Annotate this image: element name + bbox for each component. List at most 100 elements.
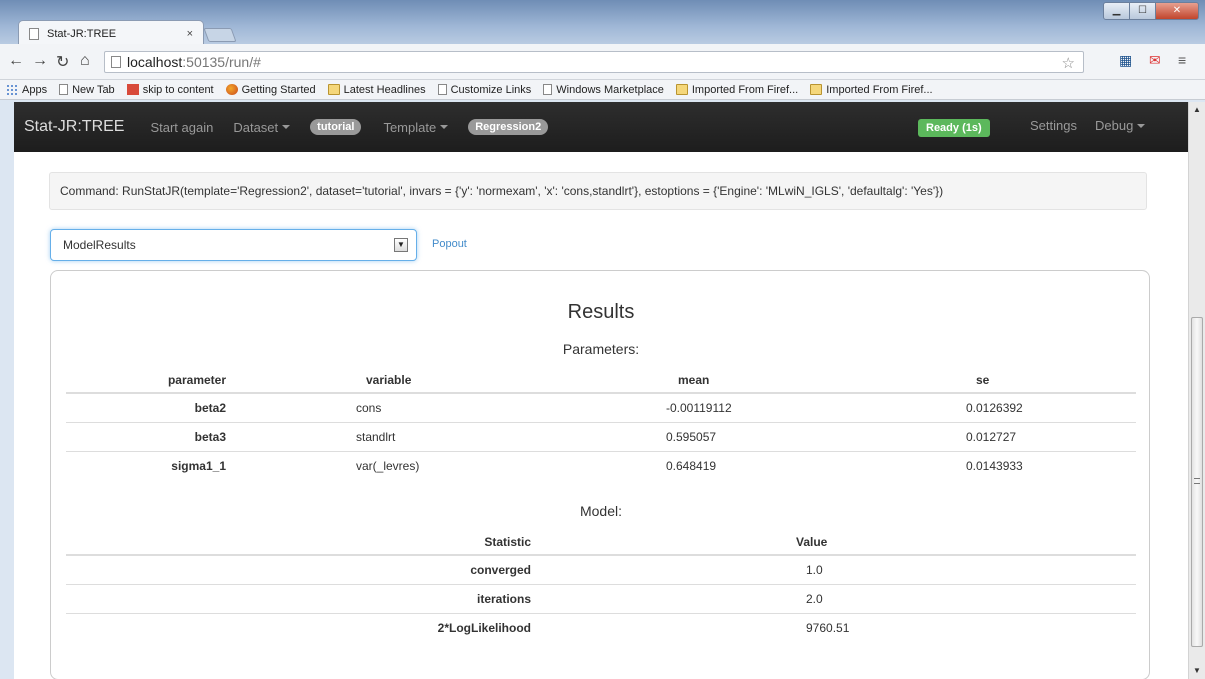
page-icon <box>111 56 121 68</box>
caret-down-icon <box>282 125 291 129</box>
dataset-badge: tutorial <box>310 119 362 135</box>
bookmark-latest-headlines[interactable]: Latest Headlines <box>327 84 426 96</box>
page-icon <box>59 84 69 95</box>
bookmark-customize-links[interactable]: Customize Links <box>437 84 531 96</box>
table-cell: 1.0 <box>531 555 1136 585</box>
scrollbar-thumb[interactable] <box>1191 317 1203 647</box>
firefox-icon <box>225 84 238 95</box>
table-cell: iterations <box>66 584 531 614</box>
column-header: Value <box>531 529 1136 556</box>
table-row: sigma1_1 var(_levres) 0.648419 0.0143933 <box>66 451 1136 480</box>
page-icon <box>543 84 553 95</box>
app-navbar: Stat-JR:TREE Start again Dataset tutoria… <box>14 102 1188 152</box>
table-cell: 0.0126392 <box>846 393 1136 423</box>
model-table: Statistic Value converged 1.0 iterations… <box>66 529 1136 642</box>
caret-down-icon <box>1137 123 1146 128</box>
dataset-dropdown[interactable]: Dataset <box>233 119 291 135</box>
table-row: 2*LogLikelihood 9760.51 <box>66 613 1136 642</box>
table-cell: 0.648419 <box>666 458 717 473</box>
command-well: Command: RunStatJR(template='Regression2… <box>49 172 1147 210</box>
bookmark-star-icon[interactable]: ☆ <box>1062 54 1075 72</box>
status-badge: Ready (1s) <box>918 119 990 137</box>
output-select[interactable]: ModelResults ▼ <box>50 229 417 261</box>
table-cell: 9760.51 <box>806 620 850 635</box>
table-cell: 0.012727 <box>846 422 1136 452</box>
page-scrollbar[interactable]: ▲ ▼ <box>1188 102 1205 679</box>
column-header: mean <box>486 367 846 394</box>
results-title: Results <box>567 301 635 323</box>
red-icon <box>126 84 139 95</box>
table-cell: beta2 <box>66 393 226 423</box>
bookmark-skip-to-content[interactable]: skip to content <box>126 84 214 96</box>
bookmark-imported-2[interactable]: Imported From Firef... <box>810 84 933 96</box>
popout-link[interactable]: Popout <box>432 238 467 250</box>
table-row: iterations 2.0 <box>66 584 1136 614</box>
table-row: beta3 standlrt 0.595057 0.012727 <box>66 422 1136 452</box>
column-header: parameter <box>66 367 226 394</box>
parameters-table: parameter variable mean se beta2 cons -0… <box>66 367 1136 480</box>
gmail-icon[interactable]: ✉ <box>1149 52 1161 69</box>
table-cell: -0.00119112 <box>486 393 846 423</box>
home-icon[interactable]: ⌂ <box>80 52 90 70</box>
table-cell: 0.0143933 <box>966 458 1023 473</box>
table-cell: standlrt <box>226 422 486 452</box>
table-row: beta2 cons -0.00119112 0.0126392 <box>66 393 1136 423</box>
url-host: localhost <box>127 54 183 70</box>
maximize-button[interactable]: ☐ <box>1129 2 1156 20</box>
table-cell: 0.595057 <box>486 422 846 452</box>
forward-icon[interactable]: → <box>32 52 48 70</box>
address-bar[interactable]: localhost:50135/run/# ☆ <box>104 51 1084 73</box>
bookmark-imported-1[interactable]: Imported From Firef... <box>675 84 798 96</box>
new-tab-button[interactable] <box>203 28 237 42</box>
table-cell: converged <box>66 555 531 585</box>
reload-icon[interactable]: ↻ <box>56 52 69 72</box>
menu-icon[interactable]: ≡ <box>1178 52 1186 68</box>
page-icon <box>29 27 39 40</box>
apps-icon <box>6 84 18 95</box>
table-cell: beta3 <box>66 422 226 452</box>
close-window-button[interactable]: ✕ <box>1155 2 1199 20</box>
page-icon <box>437 84 447 95</box>
folder-icon <box>810 84 823 95</box>
scroll-up-icon[interactable]: ▲ <box>1189 102 1205 118</box>
scroll-down-icon[interactable]: ▼ <box>1189 663 1205 679</box>
table-header-row: Statistic Value <box>66 529 1136 556</box>
url-path: :50135/run/# <box>182 54 261 70</box>
bookmark-getting-started[interactable]: Getting Started <box>225 84 316 96</box>
template-dropdown[interactable]: Template <box>383 119 449 135</box>
debug-dropdown[interactable]: Debug <box>1095 118 1146 133</box>
chevron-down-icon[interactable]: ▼ <box>394 238 408 252</box>
table-cell: 2*LogLikelihood <box>437 620 531 635</box>
start-again-link[interactable]: Start again <box>150 120 213 135</box>
tab-close-icon[interactable]: × <box>187 28 193 40</box>
browser-tab[interactable]: Stat-JR:TREE × <box>18 20 204 46</box>
caret-down-icon <box>440 125 449 129</box>
template-badge: Regression2 <box>468 119 549 135</box>
table-header-row: parameter variable mean se <box>66 367 1136 394</box>
results-panel: Results Parameters: parameter variable m… <box>50 270 1150 679</box>
column-header: se <box>846 367 1136 394</box>
extension-icon[interactable]: ▦ <box>1119 52 1132 69</box>
page-content: Stat-JR:TREE Start again Dataset tutoria… <box>14 102 1188 679</box>
debug-label: Debug <box>1095 118 1134 133</box>
bookmark-windows-marketplace[interactable]: Windows Marketplace <box>543 84 664 96</box>
settings-link[interactable]: Settings <box>1030 118 1077 133</box>
table-cell: 2.0 <box>531 584 1136 614</box>
grip-icon <box>1194 478 1200 484</box>
brand-link[interactable]: Stat-JR:TREE <box>24 118 124 136</box>
minimize-button[interactable]: ▁ <box>1103 2 1130 20</box>
bookmarks-bar: Apps New Tab skip to content Getting Sta… <box>0 80 1205 100</box>
bookmark-apps[interactable]: Apps <box>6 84 47 96</box>
folder-icon <box>327 84 340 95</box>
window-left-border <box>0 102 14 679</box>
tab-title: Stat-JR:TREE <box>47 27 117 40</box>
browser-toolbar: ← → ↻ ⌂ localhost:50135/run/# ☆ ▦ ✉ ≡ <box>0 44 1205 80</box>
model-title: Model: <box>579 503 623 519</box>
back-icon[interactable]: ← <box>8 52 24 70</box>
dataset-label: Dataset <box>233 119 279 135</box>
bookmark-new-tab[interactable]: New Tab <box>59 84 115 96</box>
folder-icon <box>675 84 688 95</box>
template-label: Template <box>383 119 437 135</box>
output-select-value: ModelResults <box>63 238 136 252</box>
column-header: variable <box>226 367 486 394</box>
